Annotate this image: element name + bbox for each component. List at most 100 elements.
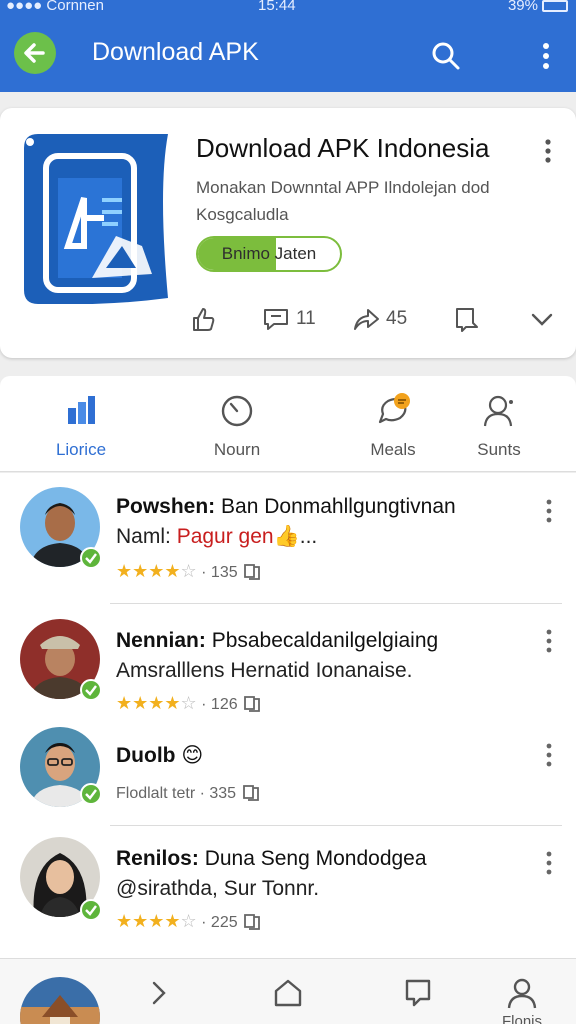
app-header: ●●●● Cornnen 15:44 39% Download APK bbox=[0, 0, 576, 92]
review-title: Pbsabecaldanilgelgiaing bbox=[211, 629, 439, 652]
review-more-button[interactable] bbox=[538, 849, 560, 877]
like-action[interactable] bbox=[190, 304, 224, 334]
review-meta: ★★★★☆ · 135 bbox=[116, 561, 262, 582]
review-title: 😊 bbox=[181, 744, 204, 767]
more-vertical-icon bbox=[546, 629, 552, 653]
search-icon bbox=[432, 42, 460, 70]
search-button[interactable] bbox=[428, 38, 464, 74]
verified-badge-icon bbox=[80, 547, 102, 569]
review-title: Duna Seng Mondodgea bbox=[204, 847, 427, 870]
more-vertical-icon bbox=[546, 499, 552, 523]
save-action[interactable] bbox=[452, 304, 486, 334]
comment-action[interactable]: 11 bbox=[262, 304, 316, 334]
tab-label: Liorice bbox=[55, 440, 107, 459]
status-bar: ●●●● Cornnen 15:44 39% bbox=[0, 0, 576, 18]
review-count: 135 bbox=[210, 564, 238, 581]
tab-liorice[interactable]: Liorice bbox=[26, 392, 136, 462]
app-card: Download APK Indonesia Monakan Downntal … bbox=[0, 108, 576, 358]
arrow-left-icon bbox=[24, 43, 45, 63]
tab-label: Nourn bbox=[213, 440, 261, 459]
clock: 15:44 bbox=[258, 0, 296, 14]
person-icon bbox=[507, 978, 537, 1009]
app-logo bbox=[18, 128, 174, 305]
app-subtitle: Monakan Downntal APP Ilndolejan dod Kosg… bbox=[196, 178, 490, 224]
chevron-right-icon bbox=[152, 981, 166, 1005]
profile-avatar[interactable] bbox=[20, 977, 100, 1024]
tab-meals[interactable]: Meals bbox=[338, 392, 448, 462]
review-more-button[interactable] bbox=[538, 497, 560, 525]
star-rating: ★★★★☆ bbox=[116, 693, 197, 713]
review-count: 126 bbox=[210, 696, 238, 713]
bottom-nav: Flonis bbox=[0, 958, 576, 1024]
review-text: Naml: Pagur gen👍... bbox=[116, 525, 536, 549]
more-vertical-icon bbox=[546, 743, 552, 767]
review-text: Amsralllens Hernatid Ionanaise. bbox=[116, 659, 536, 683]
messages-nav-button[interactable] bbox=[402, 977, 434, 1009]
reviewer-name: Duolb bbox=[116, 744, 176, 767]
overflow-menu-button[interactable] bbox=[534, 38, 558, 74]
reviewer-name: Nennian: bbox=[116, 629, 206, 652]
review-list: Powshen: Ban Donmahllgungtivnan Naml: Pa… bbox=[0, 473, 576, 958]
review-headline: Duolb 😊 bbox=[116, 743, 526, 768]
bookmark-icon bbox=[456, 308, 478, 332]
review-text-prefix: Naml: bbox=[116, 525, 177, 548]
review-headline: Powshen: Ban Donmahllgungtivnan bbox=[116, 495, 526, 519]
more-vertical-icon bbox=[543, 43, 549, 69]
carrier-label: ●●●● Cornnen bbox=[6, 0, 104, 14]
review-more-button[interactable] bbox=[538, 741, 560, 769]
review-text-prefix: Amsralllens Hernatid Ionanaise. bbox=[116, 659, 413, 682]
battery-percent: 39% bbox=[507, 0, 538, 14]
review-text-highlight: Pagur gen bbox=[176, 525, 274, 548]
book-icon bbox=[242, 785, 259, 801]
share-icon bbox=[354, 309, 379, 330]
message-icon bbox=[405, 979, 431, 1007]
book-icon bbox=[244, 914, 260, 930]
review-headline: Renilos: Duna Seng Mondodgea bbox=[116, 847, 526, 871]
home-icon bbox=[274, 979, 302, 1007]
review-count: 225 bbox=[210, 914, 238, 931]
card-more-button[interactable] bbox=[536, 136, 560, 166]
review-more-button[interactable] bbox=[538, 627, 560, 655]
tab-sunts[interactable]: Sunts bbox=[444, 392, 554, 462]
comment-icon bbox=[264, 309, 288, 330]
reviewer-name: Renilos: bbox=[116, 847, 199, 870]
app-title: Download APK Indonesia bbox=[196, 133, 490, 163]
profile-nav-label: Flonis bbox=[501, 1013, 542, 1024]
review-text: @sirathda, Sur Tonnr. bbox=[116, 877, 536, 901]
person-icon bbox=[483, 395, 513, 427]
more-vertical-icon bbox=[545, 139, 551, 163]
tab-label: Meals bbox=[370, 440, 416, 459]
review-text-suffix: 👍... bbox=[273, 525, 318, 548]
expand-button[interactable] bbox=[528, 304, 562, 334]
book-icon bbox=[244, 564, 260, 580]
profile-nav-button[interactable] bbox=[506, 977, 538, 1009]
share-action[interactable]: 45 bbox=[352, 304, 407, 334]
back-button[interactable] bbox=[14, 32, 56, 74]
review-meta-text: Flodlalt tetr · 335 bbox=[116, 785, 237, 802]
forward-nav-button[interactable] bbox=[142, 977, 174, 1009]
verified-badge-icon bbox=[80, 899, 102, 921]
tab-label: Sunts bbox=[477, 440, 521, 459]
review-meta: Flodlalt tetr · 335 bbox=[116, 783, 261, 803]
divider bbox=[110, 603, 562, 604]
verified-badge-icon bbox=[80, 679, 102, 701]
reviewer-name: Powshen: bbox=[116, 495, 216, 518]
more-vertical-icon bbox=[546, 851, 552, 875]
verified-badge-icon bbox=[80, 783, 102, 805]
star-rating: ★★★★☆ bbox=[116, 561, 197, 581]
tab-nourn[interactable]: Nourn bbox=[182, 392, 292, 462]
home-nav-button[interactable] bbox=[272, 977, 304, 1009]
review-text-prefix: @sirathda, Sur Tonnr. bbox=[116, 877, 320, 900]
install-button[interactable]: Bnimo Jaten bbox=[196, 236, 342, 272]
install-label: Bnimo Jaten bbox=[221, 244, 317, 263]
page-title: Download APK bbox=[92, 38, 259, 66]
share-count: 45 bbox=[386, 308, 408, 329]
review-meta: ★★★★☆ · 126 bbox=[116, 693, 262, 714]
battery-status: 39% bbox=[508, 0, 568, 14]
review-headline: Nennian: Pbsabecaldanilgelgiaing bbox=[116, 629, 526, 653]
review-meta: ★★★★☆ · 225 bbox=[116, 911, 262, 932]
book-icon bbox=[244, 696, 260, 712]
thumbs-up-icon bbox=[193, 308, 215, 331]
chart-icon bbox=[68, 396, 95, 424]
category-tabs: Liorice Nourn Meals Sunts bbox=[0, 376, 576, 472]
